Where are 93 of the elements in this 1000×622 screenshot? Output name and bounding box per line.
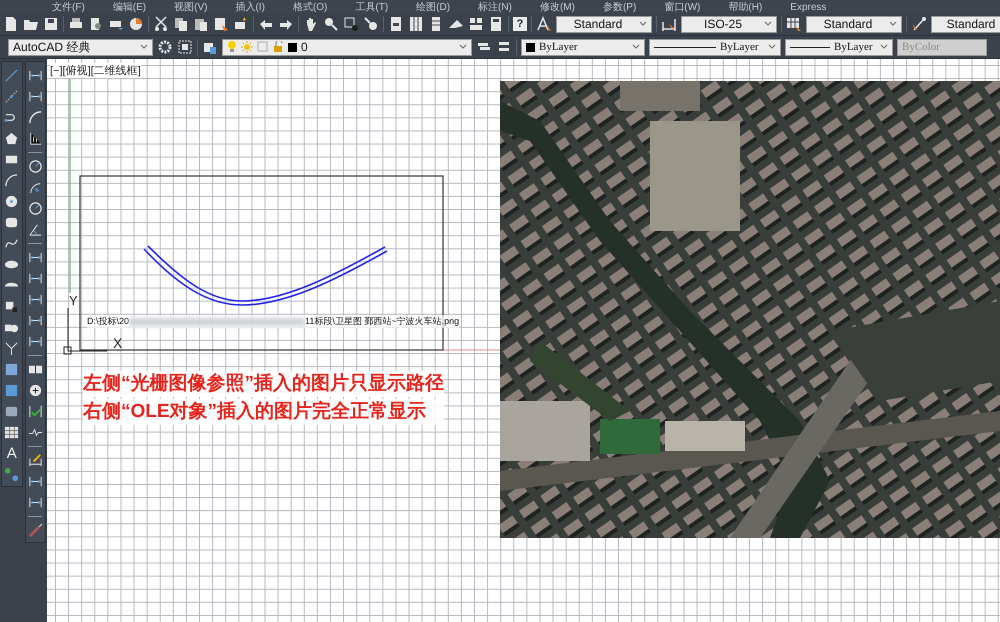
baseline-dimension-icon[interactable] (28, 271, 43, 286)
match-properties-icon[interactable] (213, 16, 229, 32)
dimension-style-icon[interactable] (661, 16, 677, 32)
dim-update-icon[interactable] (28, 495, 43, 510)
zoom-window-icon[interactable] (343, 16, 359, 32)
text-style-icon[interactable] (536, 16, 552, 32)
menu-item[interactable]: 修改(M) (526, 3, 589, 13)
viewport-label[interactable]: [−][俯视][二维线框] (50, 63, 141, 78)
layer-dropdown[interactable]: 0 (222, 38, 472, 56)
annotation-text: 左侧“光栅图像参照”插入的图片只显示路径 (83, 371, 444, 397)
preview-icon[interactable] (88, 16, 104, 32)
style-dropdown[interactable]: Standard (806, 16, 902, 32)
check-icon[interactable] (28, 404, 43, 419)
radius-dimension-icon[interactable] (28, 159, 43, 174)
table-style-icon[interactable] (786, 16, 802, 32)
table-icon[interactable] (4, 425, 20, 440)
color-swatch (526, 42, 535, 52)
gradient-icon[interactable] (4, 383, 20, 398)
style-dropdown[interactable]: ISO-25 (681, 16, 777, 32)
color-swatch (288, 42, 297, 52)
insert-block-icon[interactable] (4, 299, 20, 314)
copy-icon[interactable] (173, 16, 189, 32)
menu-item[interactable]: 文件(F) (38, 3, 99, 13)
polygon-icon[interactable] (4, 131, 20, 146)
calculator-icon[interactable] (488, 16, 504, 32)
block-icon[interactable] (233, 16, 249, 32)
break-dimension-icon[interactable] (28, 334, 43, 349)
line-icon[interactable] (4, 68, 20, 83)
linear-dimension-icon[interactable] (28, 68, 43, 83)
region-icon[interactable] (4, 404, 20, 419)
cut-icon[interactable] (153, 16, 169, 32)
arc-length-dimension-icon[interactable] (28, 110, 43, 125)
help-button[interactable]: ? (513, 17, 527, 31)
caret-icon[interactable] (632, 44, 640, 50)
menu-item[interactable]: 工具(T) (341, 3, 402, 13)
menu-item[interactable]: 参数(P) (588, 3, 650, 13)
x-axis-label: X (113, 335, 122, 351)
circle-icon[interactable] (4, 194, 20, 209)
line-sample (790, 46, 830, 48)
point-icon[interactable] (4, 341, 20, 356)
markup-icon[interactable] (468, 16, 484, 32)
caret-icon[interactable] (140, 44, 148, 50)
paste-icon[interactable] (193, 16, 209, 32)
aligned-dimension-icon[interactable] (28, 89, 43, 104)
menu-item[interactable]: 视图(V) (160, 3, 222, 13)
dimension-edit-icon[interactable] (28, 453, 43, 468)
caret-icon[interactable] (459, 44, 467, 50)
menu-item[interactable]: 标注(N) (464, 3, 526, 13)
center-mark-icon[interactable] (28, 383, 43, 398)
caret-icon[interactable] (768, 44, 776, 50)
continue-dimension-icon[interactable] (28, 292, 43, 307)
ucs-icon (64, 308, 108, 354)
menu-item[interactable]: Express (776, 3, 840, 13)
style-dropdown[interactable]: Standard (556, 16, 652, 32)
angular-dimension-icon[interactable] (28, 222, 43, 237)
lineweight-dropdown[interactable]: ByLayer (785, 38, 893, 56)
caret-icon[interactable] (880, 44, 888, 50)
path-text: D:\投标\20 (87, 315, 130, 328)
annotation-text: 右侧“OLE对象”插入的图片完全正常显示 (83, 399, 444, 425)
menu-item[interactable]: 绘图(D) (402, 3, 464, 13)
arc-icon[interactable] (4, 173, 20, 188)
menu-item[interactable]: 插入(I) (221, 3, 279, 13)
menu-item[interactable]: 格式(O) (278, 3, 342, 13)
style-dropdown[interactable]: Standard (931, 16, 1000, 32)
save-icon[interactable] (43, 16, 59, 32)
workspace-dropdown[interactable]: AutoCAD 经典 (8, 38, 153, 56)
color-dropdown[interactable]: ByLayer (521, 38, 645, 56)
add-selected-icon[interactable] (4, 467, 20, 482)
multileader-style-icon[interactable] (911, 16, 927, 32)
menu-item[interactable]: 窗口(W) (650, 3, 714, 13)
hatch-icon[interactable] (4, 362, 20, 377)
workspace-frame-icon[interactable] (177, 39, 193, 55)
text-tool[interactable]: A (6, 446, 17, 461)
properties-icon[interactable] (388, 16, 404, 32)
menu-item[interactable]: 帮助(H) (714, 3, 776, 13)
line-sample (654, 46, 716, 48)
space-dimension-icon[interactable] (28, 313, 43, 328)
path-text: 11标段\卫星图 鄞西站~宁波火车站.png (305, 315, 460, 328)
quick-dimension-icon[interactable] (28, 250, 43, 265)
new-file-icon[interactable] (3, 16, 19, 32)
gear-icon[interactable] (157, 39, 173, 55)
revision-cloud-icon[interactable] (4, 215, 20, 230)
y-axis-label: Y (69, 293, 78, 308)
linetype-dropdown[interactable]: ByLayer (649, 38, 781, 56)
construction-line-icon[interactable] (4, 89, 20, 104)
caret-icon[interactable] (764, 21, 772, 27)
menu-item[interactable]: 编辑(E) (98, 3, 160, 13)
caret-icon[interactable] (639, 21, 647, 27)
diameter-dimension-icon[interactable] (28, 201, 43, 216)
zoom-realtime-icon[interactable] (323, 16, 339, 32)
lock-icon[interactable] (273, 41, 284, 53)
dim-text-edit-icon[interactable] (28, 474, 43, 489)
caret-icon[interactable] (889, 21, 897, 27)
